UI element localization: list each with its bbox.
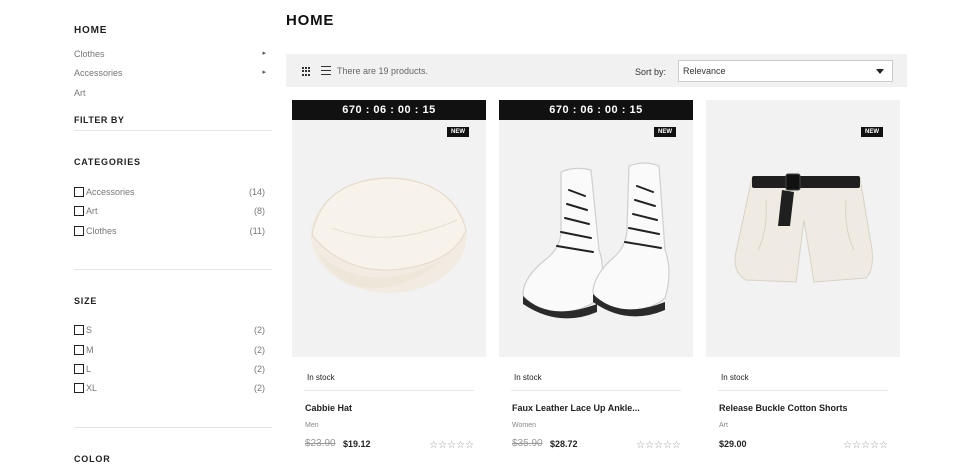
- sidebar-item-label: Accessories: [74, 68, 123, 78]
- product-image[interactable]: [499, 100, 693, 357]
- divider: [511, 390, 681, 391]
- facet-option-label: Clothes: [86, 226, 117, 236]
- sale-price: $19.12: [343, 439, 371, 449]
- product-card[interactable]: 670 : 06 : 00 : 15 NEW In stock Faux Lea…: [499, 100, 693, 471]
- checkbox[interactable]: [74, 187, 84, 197]
- stock-status: In stock: [514, 373, 542, 382]
- facet-option-label: Art: [86, 206, 98, 216]
- boots-image: [522, 162, 670, 319]
- product-count: There are 19 products.: [337, 66, 429, 76]
- product-name[interactable]: Faux Leather Lace Up Ankle...: [512, 403, 640, 413]
- checkbox[interactable]: [74, 345, 84, 355]
- grid-view-icon[interactable]: [302, 67, 311, 76]
- shorts-image: [734, 173, 873, 283]
- price: $29.00: [719, 439, 747, 449]
- facet-option-s[interactable]: S (2): [74, 325, 265, 337]
- facet-title-size: SIZE: [74, 296, 98, 306]
- hat-image: [311, 177, 467, 293]
- rating-stars: ☆☆☆☆☆: [636, 440, 681, 451]
- sidebar-item-label: Clothes: [74, 49, 105, 59]
- sidebar-item-accessories[interactable]: Accessories ▸: [74, 68, 266, 78]
- countdown-timer: 670 : 06 : 00 : 15: [499, 100, 693, 120]
- facet-option-l[interactable]: L (2): [74, 364, 265, 376]
- facet-option-art[interactable]: Art (8): [74, 206, 265, 218]
- filter-by-heading: FILTER BY: [74, 115, 125, 125]
- facet-option-label: XL: [86, 383, 98, 393]
- facet-option-count: (2): [254, 383, 265, 393]
- sidebar-item-clothes[interactable]: Clothes ▸: [74, 49, 266, 59]
- sidebar: HOME Clothes ▸ Accessories ▸ Art FILTER …: [74, 0, 272, 471]
- rating-stars: ☆☆☆☆☆: [429, 440, 474, 451]
- sort-value: Relevance: [683, 66, 726, 76]
- list-view-icon[interactable]: [321, 66, 331, 75]
- page-title: HOME: [286, 12, 335, 29]
- chevron-right-icon[interactable]: ▸: [262, 49, 266, 57]
- facet-option-count: (2): [254, 325, 265, 335]
- stock-status: In stock: [721, 373, 749, 382]
- divider: [304, 390, 474, 391]
- stock-status: In stock: [307, 373, 335, 382]
- checkbox[interactable]: [74, 364, 84, 374]
- divider: [74, 130, 272, 131]
- product-image[interactable]: [292, 100, 486, 357]
- divider: [74, 269, 272, 270]
- facet-option-count: (2): [254, 364, 265, 374]
- chevron-right-icon[interactable]: ▸: [262, 68, 266, 76]
- new-badge: NEW: [861, 127, 883, 137]
- facet-option-clothes[interactable]: Clothes (11): [74, 226, 265, 238]
- facet-option-label: S: [86, 325, 93, 335]
- checkbox[interactable]: [74, 226, 84, 236]
- facet-option-count: (2): [254, 345, 265, 355]
- caret-down-icon: [876, 69, 884, 74]
- checkbox[interactable]: [74, 383, 84, 393]
- facet-option-count: (8): [254, 206, 265, 216]
- product-name[interactable]: Cabbie Hat: [305, 403, 352, 413]
- sidebar-item-art[interactable]: Art: [74, 88, 266, 98]
- facet-option-m[interactable]: M (2): [74, 345, 265, 357]
- facet-option-accessories[interactable]: Accessories (14): [74, 187, 265, 199]
- product-category: Women: [512, 422, 536, 429]
- facet-option-count: (11): [249, 226, 265, 236]
- new-badge: NEW: [654, 127, 676, 137]
- product-card[interactable]: NEW In stock Release Buckle Cotton Short…: [706, 100, 900, 471]
- divider: [74, 427, 272, 428]
- sort-select[interactable]: Relevance: [678, 60, 893, 82]
- sale-price: $28.72: [550, 439, 578, 449]
- facet-option-label: Accessories: [86, 187, 135, 197]
- facet-option-label: M: [86, 345, 94, 355]
- original-price: $23.90: [305, 438, 336, 449]
- facet-option-count: (14): [248, 187, 265, 197]
- product-card[interactable]: 670 : 06 : 00 : 15 NEW In stock Cabbie H…: [292, 100, 486, 471]
- sort-label: Sort by:: [635, 67, 667, 77]
- original-price: $35.90: [512, 438, 543, 449]
- countdown-timer: 670 : 06 : 00 : 15: [292, 100, 486, 120]
- product-name[interactable]: Release Buckle Cotton Shorts: [719, 403, 848, 413]
- rating-stars: ☆☆☆☆☆: [843, 440, 888, 451]
- products-toolbar: There are 19 products. Sort by: Relevanc…: [286, 54, 907, 87]
- product-category: Men: [305, 422, 319, 429]
- divider: [718, 390, 888, 391]
- new-badge: NEW: [447, 127, 469, 137]
- facet-title-color: COLOR: [74, 454, 111, 464]
- sidebar-home-link[interactable]: HOME: [74, 25, 107, 36]
- product-category: Art: [719, 422, 728, 429]
- facet-option-xl[interactable]: XL (2): [74, 383, 265, 395]
- product-image[interactable]: [706, 100, 900, 357]
- facet-title-categories: CATEGORIES: [74, 157, 141, 167]
- checkbox[interactable]: [74, 206, 84, 216]
- checkbox[interactable]: [74, 325, 84, 335]
- sidebar-item-label: Art: [74, 88, 86, 98]
- facet-option-label: L: [86, 364, 92, 374]
